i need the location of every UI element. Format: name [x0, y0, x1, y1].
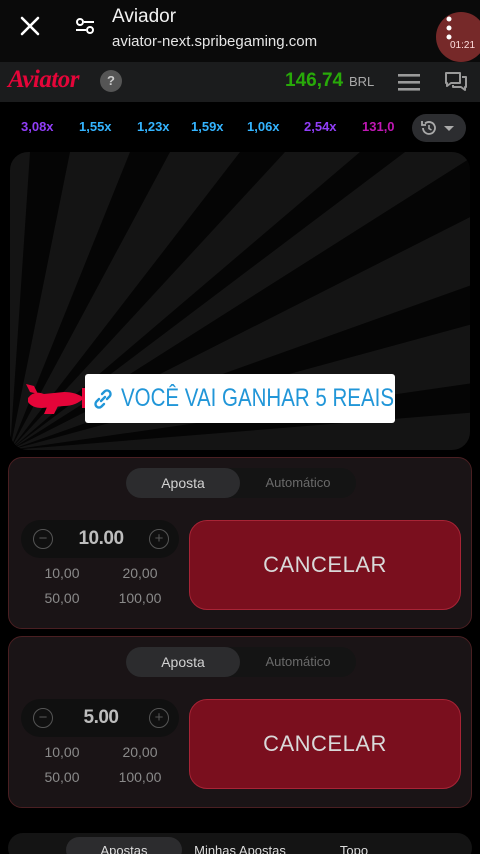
bet-mode-tabs: Aposta Automático: [126, 468, 356, 498]
aviator-logo: Aviator: [8, 66, 80, 93]
cancel-bet-button[interactable]: CANCELAR: [189, 699, 461, 789]
history-toggle-button[interactable]: [412, 114, 466, 142]
page-url[interactable]: aviator-next.spribegaming.com: [112, 33, 317, 50]
multiplier-history: 3,08x 1,55x 1,23x 1,59x 1,06x 2,54x 131,…: [0, 102, 480, 152]
bet-amount-stepper: − 10.00 +: [21, 520, 179, 558]
history-icon: [421, 121, 454, 135]
bet-panel-1: Aposta Automático − 10.00 + 10,00 20,00 …: [8, 457, 472, 629]
close-icon[interactable]: [18, 14, 42, 38]
tab-auto[interactable]: Automático: [240, 468, 356, 498]
airplane-icon: [26, 384, 85, 414]
cancel-bet-button[interactable]: CANCELAR: [189, 520, 461, 610]
help-button[interactable]: ?: [100, 70, 122, 92]
multiplier-item: 131,0: [362, 119, 395, 134]
decrease-bet-button[interactable]: −: [33, 708, 53, 728]
bets-tabs: Apostas Minhas Apostas Topo: [8, 833, 472, 854]
quick-amount-button[interactable]: 20,00: [105, 562, 175, 584]
game-header: Aviator ? 146,74 BRL: [0, 62, 480, 102]
bet-amount[interactable]: 5.00: [61, 707, 141, 729]
link-sticker[interactable]: VOCÊ VAI GANHAR 5 REAIS: [85, 374, 395, 423]
increase-bet-button[interactable]: +: [149, 529, 169, 549]
link-icon: [94, 389, 112, 409]
balance-currency: BRL: [349, 74, 375, 89]
bet-amount-stepper: − 5.00 +: [21, 699, 179, 737]
quick-amount-button[interactable]: 10,00: [27, 741, 97, 763]
more-options-icon[interactable]: [446, 16, 452, 40]
multiplier-item: 1,55x: [79, 119, 112, 134]
bet-amount[interactable]: 10.00: [61, 528, 141, 550]
multiplier-item: 2,54x: [304, 119, 337, 134]
sticker-text: VOCÊ VAI GANHAR 5 REAIS: [121, 384, 395, 412]
menu-icon[interactable]: [398, 73, 420, 91]
chat-icon[interactable]: [444, 71, 468, 93]
browser-top-bar: Aviador aviator-next.spribegaming.com 01…: [0, 0, 480, 62]
multiplier-item: 1,06x: [247, 119, 280, 134]
quick-amount-button[interactable]: 100,00: [105, 587, 175, 609]
site-settings-icon[interactable]: [74, 15, 96, 37]
balance-amount: 146,74: [285, 70, 344, 91]
decrease-bet-button[interactable]: −: [33, 529, 53, 549]
multiplier-item: 1,59x: [191, 119, 224, 134]
quick-amount-button[interactable]: 100,00: [105, 766, 175, 788]
tab-bet[interactable]: Aposta: [126, 647, 240, 677]
tab-my-bets[interactable]: Minhas Apostas: [182, 843, 298, 854]
quick-amount-button[interactable]: 20,00: [105, 741, 175, 763]
recording-indicator: [436, 12, 480, 62]
quick-amount-button[interactable]: 50,00: [27, 766, 97, 788]
tab-all-bets[interactable]: Apostas: [66, 843, 182, 854]
tab-auto[interactable]: Automático: [240, 647, 356, 677]
page-title: Aviador: [112, 6, 177, 27]
recording-time: 01:21: [450, 40, 476, 51]
quick-amount-button[interactable]: 50,00: [27, 587, 97, 609]
bet-mode-tabs: Aposta Automático: [126, 647, 356, 677]
quick-amount-button[interactable]: 10,00: [27, 562, 97, 584]
tab-top[interactable]: Topo: [298, 843, 410, 854]
multiplier-item: 1,23x: [137, 119, 170, 134]
multiplier-item: 3,08x: [21, 119, 54, 134]
bet-panel-2: Aposta Automático − 5.00 + 10,00 20,00 5…: [8, 636, 472, 808]
tab-bet[interactable]: Aposta: [126, 468, 240, 498]
increase-bet-button[interactable]: +: [149, 708, 169, 728]
